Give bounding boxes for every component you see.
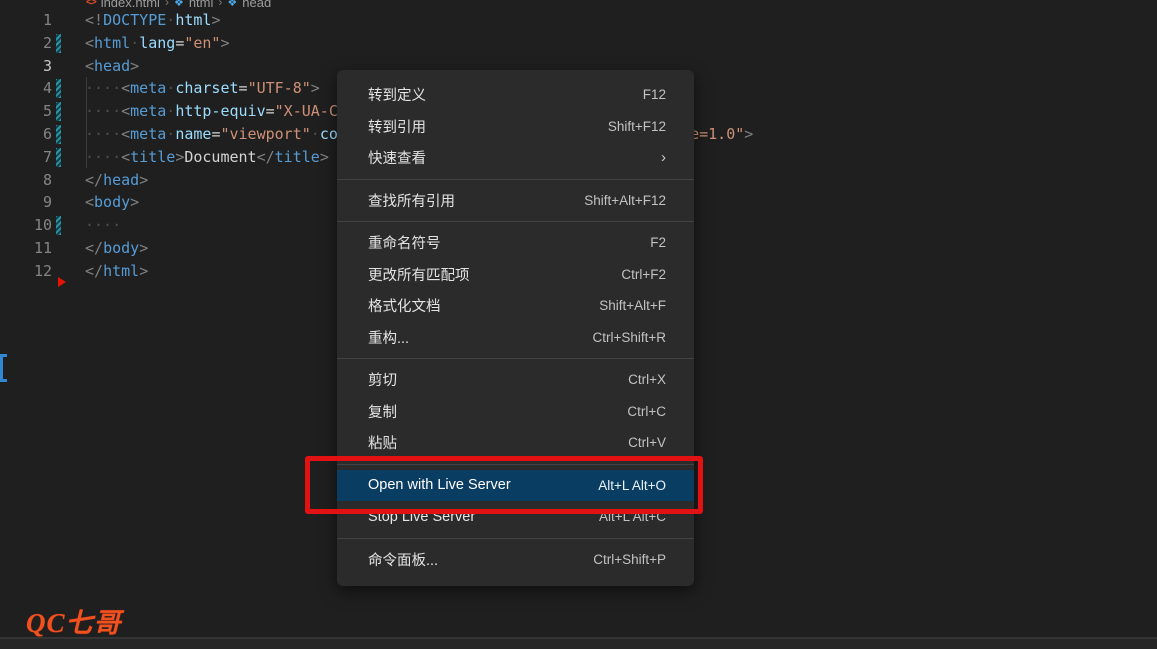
code-text: <head> [85, 55, 139, 78]
menu-item-shortcut: Ctrl+F2 [621, 267, 666, 282]
menu-item-shortcut: F2 [650, 235, 666, 250]
line-number: 4 [0, 77, 52, 100]
line-number: 1 [0, 9, 52, 32]
menu-item-label: 快速查看 [368, 147, 426, 168]
menu-separator [337, 221, 694, 222]
menu-item-shortcut: Ctrl+Shift+R [592, 330, 666, 345]
code-line[interactable]: 1 <!DOCTYPE·html> [0, 9, 1157, 32]
code-text: </body> [85, 237, 148, 260]
line-number: 9 [0, 191, 52, 214]
modified-gutter-indicator [56, 102, 61, 121]
menu-item[interactable]: 重命名符号 F2 [337, 227, 694, 259]
line-number: 3 [0, 55, 52, 78]
menu-separator [337, 538, 694, 539]
menu-item[interactable]: 转到引用 Shift+F12 [337, 111, 694, 143]
line-number: 5 [0, 100, 52, 123]
menu-item[interactable]: 快速查看 › [337, 142, 694, 174]
code-text: <!DOCTYPE·html> [85, 9, 220, 32]
code-text: <html·lang="en"> [85, 32, 230, 55]
menu-item[interactable]: 粘贴 Ctrl+V [337, 427, 694, 459]
menu-item[interactable]: 更改所有匹配项 Ctrl+F2 [337, 259, 694, 291]
menu-item-shortcut: Ctrl+V [628, 435, 666, 450]
menu-item-shortcut: Ctrl+X [628, 372, 666, 387]
symbol-icon: ❖ [174, 0, 184, 9]
blue-annotation-fragment [0, 354, 7, 382]
menu-separator [337, 179, 694, 180]
watermark: QC七哥 [26, 601, 122, 640]
line-number: 12 [0, 260, 52, 283]
menu-item[interactable]: 重构... Ctrl+Shift+R [337, 322, 694, 354]
menu-item-label: 更改所有匹配项 [368, 264, 470, 285]
menu-item-label: 查找所有引用 [368, 190, 455, 211]
red-annotation-box [305, 456, 703, 514]
menu-item[interactable]: 剪切 Ctrl+X [337, 364, 694, 396]
submenu-chevron-icon: › [661, 149, 666, 166]
menu-separator [337, 358, 694, 359]
line-number: 2 [0, 32, 52, 55]
menu-item[interactable]: 查找所有引用 Shift+Alt+F12 [337, 185, 694, 217]
code-line[interactable]: 2 <html·lang="en"> [0, 32, 1157, 55]
indent-guide [86, 77, 87, 168]
menu-item-label: 转到定义 [368, 84, 426, 105]
line-number: 10 [0, 214, 52, 237]
menu-item-label: 剪切 [368, 369, 397, 390]
line-number: 11 [0, 237, 52, 260]
modified-gutter-indicator [56, 148, 61, 167]
line-number: 7 [0, 146, 52, 169]
bottom-strip [0, 639, 1157, 649]
modified-gutter-indicator [56, 125, 61, 144]
menu-item[interactable]: 复制 Ctrl+C [337, 396, 694, 428]
menu-item-shortcut: Ctrl+C [627, 404, 666, 419]
menu-item-label: 格式化文档 [368, 295, 441, 316]
menu-item-label: 命令面板... [368, 549, 438, 570]
menu-item[interactable]: 格式化文档 Shift+Alt+F [337, 290, 694, 322]
menu-item-shortcut: F12 [643, 87, 666, 102]
menu-item-label: 复制 [368, 401, 397, 422]
modified-gutter-indicator [56, 34, 61, 53]
menu-item-shortcut: Shift+F12 [608, 119, 666, 134]
menu-item-shortcut: Ctrl+Shift+P [593, 552, 666, 567]
code-text: </html> [85, 260, 148, 283]
symbol-icon: ❖ [227, 0, 237, 9]
vscode-editor-window: <>index.html›❖html›❖head 1<!DOCTYPE·html… [0, 0, 1157, 649]
html-file-icon: <> [86, 0, 96, 8]
code-text: <body> [85, 191, 139, 214]
menu-item-label: 重构... [368, 327, 409, 348]
code-text: ····<title>Document</title> [85, 146, 329, 169]
modified-gutter-indicator [56, 216, 61, 235]
menu-item[interactable]: 命令面板... Ctrl+Shift+P [337, 544, 694, 576]
red-arrow-marker [58, 277, 66, 287]
line-number: 8 [0, 169, 52, 192]
menu-item-label: 转到引用 [368, 116, 426, 137]
breadcrumb-chevron-icon: › [218, 0, 222, 9]
menu-item-label: 重命名符号 [368, 232, 441, 253]
line-number: 6 [0, 123, 52, 146]
code-text: ····<meta·charset="UTF-8"> [85, 77, 320, 100]
breadcrumb-chevron-icon: › [165, 0, 169, 9]
code-text: ···· [85, 214, 121, 237]
menu-item-shortcut: Shift+Alt+F12 [584, 193, 666, 208]
menu-item-label: 粘贴 [368, 432, 397, 453]
menu-item-shortcut: Shift+Alt+F [599, 298, 666, 313]
menu-item[interactable]: 转到定义 F12 [337, 79, 694, 111]
modified-gutter-indicator [56, 79, 61, 98]
code-text: </head> [85, 169, 148, 192]
